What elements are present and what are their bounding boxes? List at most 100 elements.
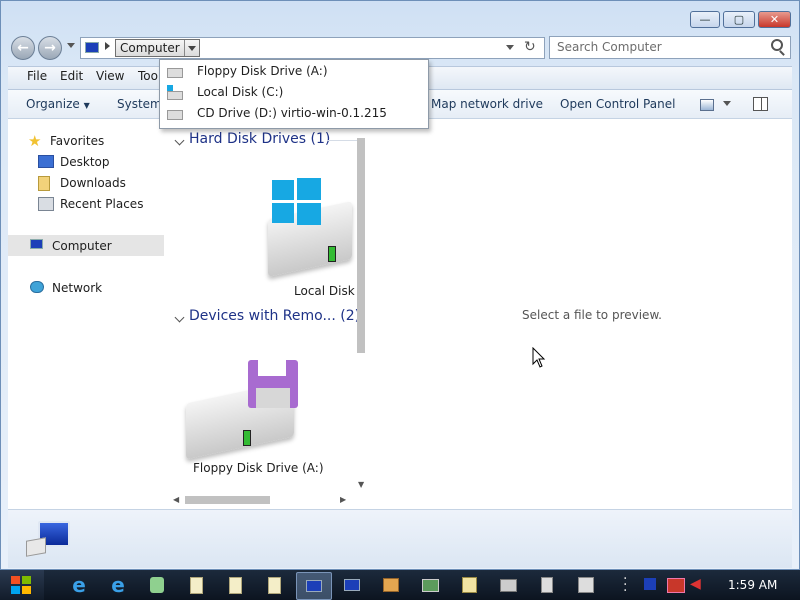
nav-computer[interactable]: Computer <box>8 236 164 256</box>
nav-downloads[interactable]: Downloads <box>8 173 164 193</box>
group-header-hard-disk[interactable]: Hard Disk Drives (1) <box>189 131 330 147</box>
taskbar-app1-button[interactable] <box>140 572 174 598</box>
arrow-right-icon: → <box>44 40 56 56</box>
forward-button[interactable]: → <box>38 36 62 60</box>
search-icon[interactable] <box>771 39 783 51</box>
taskbar-drive-button[interactable] <box>530 572 564 598</box>
computer-icon <box>306 580 322 592</box>
breadcrumb-computer[interactable]: Computer <box>116 41 184 55</box>
vertical-scrollbar-thumb[interactable] <box>357 138 365 353</box>
nav-recent-places[interactable]: Recent Places <box>8 194 164 214</box>
network-icon <box>30 281 46 295</box>
scroll-down-icon[interactable]: ▼ <box>358 480 364 489</box>
notepad-icon <box>461 577 477 593</box>
taskbar-monitor-button[interactable] <box>413 572 447 598</box>
menu-file[interactable]: File <box>27 69 47 83</box>
system-properties-button[interactable]: System <box>117 97 162 111</box>
hard-drive-icon <box>167 84 183 100</box>
scroll-right-icon[interactable]: ▶ <box>340 495 346 504</box>
taskbar-explorer-button[interactable] <box>296 572 332 600</box>
taskbar-clock[interactable]: 1:59 AM <box>728 578 777 592</box>
flag-icon[interactable] <box>644 578 656 590</box>
floppy-drive-icon <box>167 64 183 78</box>
document-icon <box>228 576 242 594</box>
taskbar-tool-button[interactable] <box>491 572 525 598</box>
search-input[interactable]: Search Computer <box>557 40 662 54</box>
group-header-removable[interactable]: Devices with Remo... (2) <box>189 308 360 324</box>
app-icon <box>150 577 164 593</box>
horizontal-scrollbar-thumb[interactable] <box>185 496 270 504</box>
recent-places-icon <box>38 197 54 211</box>
preview-message: Select a file to preview. <box>522 308 662 322</box>
organize-button[interactable]: Organize ▼ <box>26 97 90 111</box>
menu-edit[interactable]: Edit <box>60 69 83 83</box>
computer-icon <box>30 239 46 253</box>
back-button[interactable]: ← <box>11 36 35 60</box>
start-button[interactable] <box>0 570 44 600</box>
menu-tools[interactable]: Too <box>138 69 158 83</box>
computer-icon <box>85 42 99 53</box>
breadcrumb-separator-icon[interactable] <box>105 42 110 50</box>
details-pane <box>8 509 792 568</box>
dropdown-item-local-disk-label: Local Disk (C:) <box>197 84 284 99</box>
local-disk-label[interactable]: Local Disk ( <box>294 284 358 298</box>
nav-downloads-label: Downloads <box>60 176 126 190</box>
taskbar-doc1-button[interactable] <box>179 572 213 598</box>
preview-pane-icon[interactable] <box>753 97 768 111</box>
taskbar-ie2-button[interactable]: e <box>101 572 135 598</box>
monitor-icon <box>421 578 439 592</box>
downloads-icon <box>38 176 54 191</box>
change-view-icon[interactable] <box>700 99 714 111</box>
dropdown-item-cd-drive[interactable]: CD Drive (D:) virtio-win-0.1.215 <box>159 102 427 123</box>
chevron-down-icon: ▼ <box>83 101 90 110</box>
window-icon <box>578 577 594 593</box>
media-player-icon <box>383 578 399 592</box>
volume-muted-icon[interactable]: ◀ <box>690 576 701 592</box>
ie-icon: e <box>72 573 86 597</box>
local-disk-item[interactable] <box>268 178 358 277</box>
open-control-panel-button[interactable]: Open Control Panel <box>560 97 675 111</box>
cd-drive-icon <box>167 106 183 120</box>
menu-view[interactable]: View <box>96 69 124 83</box>
chevron-down-icon[interactable] <box>183 40 199 56</box>
taskbar-doc3-button[interactable] <box>257 572 291 598</box>
scroll-left-icon[interactable]: ◀ <box>173 495 179 504</box>
dropdown-item-floppy[interactable]: Floppy Disk Drive (A:) <box>159 60 427 81</box>
network-status-icon[interactable] <box>667 578 685 593</box>
nav-favorites[interactable]: ★ Favorites <box>8 131 164 151</box>
drive-led-icon <box>328 246 336 262</box>
floppy-drive-item[interactable] <box>186 358 301 460</box>
maximize-icon: ▢ <box>733 13 745 26</box>
windows-logo-icon <box>11 576 32 595</box>
nav-desktop[interactable]: Desktop <box>8 152 164 172</box>
printer-icon <box>499 578 517 592</box>
group-toggle-removable[interactable] <box>174 310 185 324</box>
floppy-drive-label[interactable]: Floppy Disk Drive (A:) <box>193 461 324 475</box>
close-icon: ✕ <box>769 13 780 26</box>
group-toggle-hard-disk[interactable] <box>174 133 185 147</box>
close-button[interactable]: ✕ <box>758 11 791 28</box>
maximize-button[interactable]: ▢ <box>723 11 755 28</box>
dropdown-item-local-disk[interactable]: Local Disk (C:) <box>159 81 427 102</box>
taskbar-doc2-button[interactable] <box>218 572 252 598</box>
taskbar-notepad-button[interactable] <box>452 572 486 598</box>
taskbar-window-button[interactable] <box>569 572 603 598</box>
drive-led-icon <box>243 430 251 446</box>
document-icon <box>189 576 203 594</box>
address-history-icon[interactable] <box>506 45 514 50</box>
taskbar-ie-button[interactable]: e <box>62 572 96 598</box>
minimize-button[interactable]: — <box>690 11 720 28</box>
map-network-drive-button[interactable]: Map network drive <box>431 97 543 111</box>
recent-pages-icon[interactable] <box>67 43 75 48</box>
refresh-icon[interactable]: ↻ <box>524 39 536 55</box>
show-hidden-icons-button[interactable]: · · · <box>623 572 627 598</box>
breadcrumb[interactable]: Computer <box>115 39 200 57</box>
taskbar-media-button[interactable] <box>374 572 408 598</box>
dropdown-item-floppy-label: Floppy Disk Drive (A:) <box>197 63 328 78</box>
nav-network[interactable]: Network <box>8 278 164 298</box>
drive-icon <box>541 577 553 593</box>
ie-icon: e <box>111 573 125 597</box>
network-computer-icon <box>344 579 360 591</box>
taskbar-network-button[interactable] <box>335 572 369 598</box>
view-options-icon[interactable] <box>723 101 731 106</box>
